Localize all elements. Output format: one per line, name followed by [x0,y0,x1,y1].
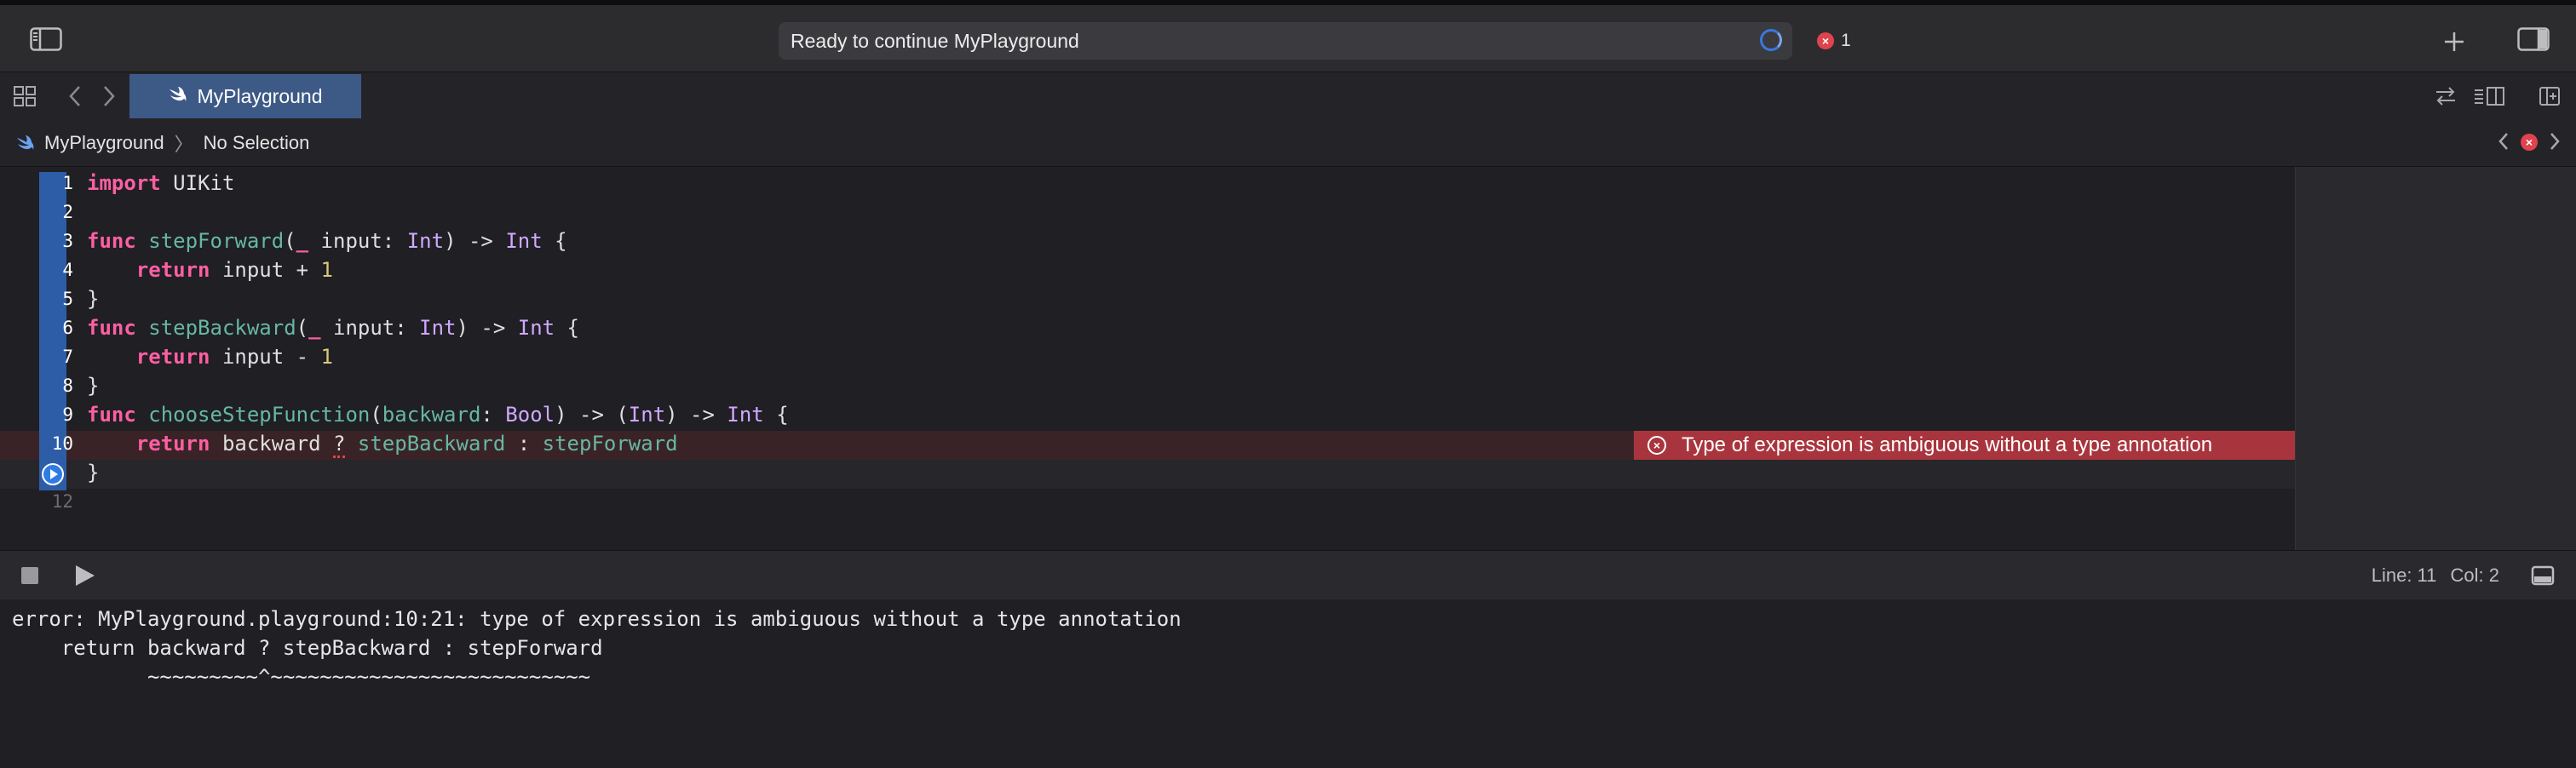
add-editor-icon[interactable] [2537,84,2562,108]
play-icon[interactable] [72,563,97,588]
breadcrumb: MyPlayground 〉 No Selection × [0,119,2576,167]
line-number: 6 [62,318,73,338]
grid-icon[interactable] [12,84,37,108]
progress-spinner-icon [1760,29,1782,51]
tab-label: MyPlayground [197,84,323,107]
error-circle-icon: × [1647,436,1666,455]
line-number: 2 [62,202,73,222]
swift-icon [168,85,187,108]
code-line-3: func stepForward(_ input: Int) -> Int { [87,229,567,253]
code-line-1: import UIKit [87,171,235,195]
editor-options-icon[interactable] [2472,84,2506,108]
console-code-line: return backward ? stepBackward : stepFor… [12,636,603,660]
code-line-10: return backward ? stepBackward : stepFor… [87,429,678,458]
minimap[interactable] [2295,167,2576,550]
issue-error-icon[interactable]: × [2521,134,2538,151]
col-indicator: Col: 2 [2450,565,2499,586]
error-count: 1 [1841,31,1851,50]
run-to-line-icon[interactable] [42,463,64,485]
toggle-console-icon[interactable] [2530,565,2556,587]
back-chevron-icon[interactable] [65,84,85,108]
breadcrumb-separator-icon: 〉 [174,133,193,155]
code-line-11: } [87,461,100,484]
cursor-position: Line: 11 Col: 2 [2372,565,2499,587]
code-line-5: } [87,287,100,311]
console-caret-line: ~~~~~~~~~^~~~~~~~~~~~~~~~~~~~~~~~~~~ [12,665,591,689]
code-line-7: return input - 1 [135,345,333,369]
line-number: 8 [62,375,73,396]
breadcrumb-project[interactable]: MyPlayground [44,132,164,154]
add-icon[interactable] [2440,27,2469,56]
line-indicator: Line: 11 [2371,565,2437,586]
line-number: 9 [62,404,73,425]
activity-status-pill[interactable]: Ready to continue MyPlayground [779,22,1792,60]
line-number: 3 [62,231,73,251]
error-message: Type of expression is ambiguous without … [1682,433,2213,456]
line-number: 12 [51,491,73,512]
line-number: 7 [62,347,73,367]
line-number-gutter[interactable]: 1 2 3 4 5 6 7 8 9 10 12 [0,167,73,550]
debug-bar: Line: 11 Col: 2 [0,550,2576,600]
inline-error-banner[interactable]: × Type of expression is ambiguous withou… [1634,431,2295,460]
breadcrumb-selection[interactable]: No Selection [204,132,310,154]
stop-icon[interactable] [19,565,41,587]
swap-arrows-icon[interactable] [2433,84,2458,108]
line-number: 1 [62,173,73,193]
error-badge-icon: × [1817,32,1834,49]
inspector-toggle-icon[interactable] [2516,26,2550,53]
console-error-line: error: MyPlayground.playground:10:21: ty… [12,607,1182,631]
line-number: 10 [51,433,73,454]
status-text: Ready to continue MyPlayground [791,29,1079,52]
code-line-4: return input + 1 [135,258,333,282]
current-line-highlight [0,460,2295,489]
code-editor[interactable]: 1 2 3 4 5 6 7 8 9 10 12 import UIKit fun… [0,167,2295,550]
code-line-8: } [87,374,100,398]
line-number: 4 [62,260,73,280]
code-line-6: func stepBackward(_ input: Int) -> Int { [87,316,580,340]
previous-issue-icon[interactable] [2498,131,2510,152]
swift-icon [15,135,34,152]
line-number: 5 [62,289,73,309]
tab-myplayground[interactable]: MyPlayground [129,74,361,118]
tab-bar: MyPlayground [0,72,2576,120]
forward-chevron-icon[interactable] [99,84,119,108]
next-issue-icon[interactable] [2549,131,2561,152]
code-line-9: func chooseStepFunction(backward: Bool) … [87,403,789,427]
window-toolbar: Ready to continue MyPlayground × 1 [0,0,2576,72]
console-output[interactable]: error: MyPlayground.playground:10:21: ty… [0,599,2576,768]
error-count-badge[interactable]: × 1 [1817,31,1851,51]
sidebar-toggle-icon[interactable] [29,26,63,53]
